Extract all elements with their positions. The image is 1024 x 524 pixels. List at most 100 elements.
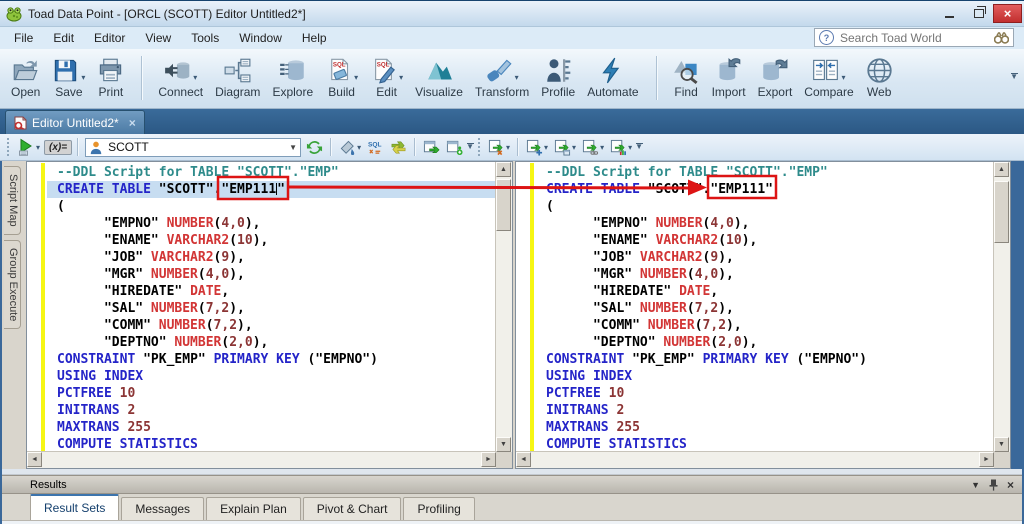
toolbar-button-connect[interactable]: ▾Connect: [153, 52, 208, 101]
tab-close-icon[interactable]: ×: [129, 116, 136, 130]
tab-editor-untitled2[interactable]: Editor Untitled2* ×: [5, 110, 145, 134]
menu-item-edit[interactable]: Edit: [43, 29, 84, 47]
menu-item-editor[interactable]: Editor: [84, 29, 135, 47]
code-token: ": [277, 182, 285, 197]
toolbar-button-compare[interactable]: ▾Compare: [799, 52, 858, 101]
results-dropdown-icon[interactable]: ▼: [971, 480, 980, 490]
window-title: Toad Data Point - [ORCL (SCOTT) Editor U…: [28, 7, 306, 21]
dropdown-caret-icon[interactable]: ▾: [354, 73, 358, 82]
code-token: 2,0: [229, 335, 252, 350]
code-token: NUMBER: [174, 335, 221, 350]
menu-item-file[interactable]: File: [4, 29, 43, 47]
toolbar-button-export[interactable]: Export: [753, 52, 798, 101]
toolbar-overflow-button[interactable]: ▼: [635, 143, 643, 151]
scroll-right-icon[interactable]: ►: [481, 452, 496, 467]
dropdown-caret-icon[interactable]: ▾: [572, 143, 576, 152]
dropdown-caret-icon[interactable]: ▾: [544, 143, 548, 152]
vertical-scrollbar[interactable]: ▲ ▼: [993, 162, 1010, 452]
menu-item-help[interactable]: Help: [292, 29, 337, 47]
title-bar[interactable]: Toad Data Point - [ORCL (SCOTT) Editor U…: [0, 1, 1024, 27]
sql-recall-button[interactable]: SQL: [365, 138, 386, 157]
toolbar-button-web[interactable]: Web: [861, 52, 898, 101]
results-title: Results: [30, 479, 67, 491]
code-area[interactable]: --DDL Script for TABLE "SCOTT"."EMP"CREA…: [516, 162, 994, 452]
pin-icon[interactable]: [989, 479, 998, 491]
results-tab-pivot-chart[interactable]: Pivot & Chart: [303, 497, 402, 520]
minimize-button[interactable]: [935, 4, 964, 23]
menu-item-view[interactable]: View: [135, 29, 181, 47]
dropdown-caret-icon[interactable]: ▼: [289, 143, 297, 152]
toolbar-button-transform[interactable]: ▾Transform: [470, 52, 534, 101]
results-tab-profiling[interactable]: Profiling: [403, 497, 474, 520]
connection-combo[interactable]: SCOTT▼: [85, 138, 301, 157]
results-close-icon[interactable]: ×: [1007, 478, 1014, 492]
execute-to-editor-button[interactable]: ▾: [552, 138, 578, 157]
results-tab-explain-plan[interactable]: Explain Plan: [206, 497, 301, 520]
refresh-connection-button[interactable]: [304, 138, 325, 157]
execute-to-window-button[interactable]: [421, 138, 442, 157]
toolbar-button-visualize[interactable]: Visualize: [410, 52, 468, 101]
execute-script-button[interactable]: ▾: [15, 137, 42, 157]
execute-to-file-button[interactable]: ▾: [524, 138, 550, 157]
dropdown-caret-icon[interactable]: ▾: [841, 73, 845, 82]
toolbar-grip[interactable]: [6, 138, 11, 156]
side-tab-script-map[interactable]: Script Map: [4, 166, 21, 235]
horizontal-scrollbar[interactable]: ◄ ►: [516, 451, 994, 468]
dropdown-caret-icon[interactable]: ▾: [506, 143, 510, 152]
toolbar-button-profile[interactable]: Profile: [536, 52, 580, 101]
scrollbar-thumb[interactable]: [994, 181, 1009, 243]
code-area[interactable]: --DDL Script for TABLE "SCOTT"."EMP"CREA…: [27, 162, 496, 452]
toolbar-button-find[interactable]: Find: [668, 52, 705, 101]
toad-world-searchbox[interactable]: ?: [814, 28, 1014, 47]
toolbar-button-print[interactable]: Print: [92, 52, 129, 101]
results-tab-result-sets[interactable]: Result Sets: [30, 494, 119, 520]
toolbar-button-automate[interactable]: Automate: [582, 52, 643, 101]
binoculars-icon[interactable]: [994, 32, 1009, 44]
dropdown-caret-icon[interactable]: ▾: [193, 73, 197, 82]
dropdown-caret-icon[interactable]: ▾: [600, 143, 604, 152]
execute-to-link-button[interactable]: ▾: [580, 138, 606, 157]
scroll-up-icon[interactable]: ▲: [496, 162, 511, 177]
toolbar-button-import[interactable]: Import: [707, 52, 751, 101]
toolbar-button-open[interactable]: Open: [6, 52, 45, 101]
scroll-down-icon[interactable]: ▼: [994, 437, 1009, 452]
toolbar-grip[interactable]: [477, 138, 482, 156]
close-button[interactable]: ×: [993, 4, 1022, 23]
bind-variables-button[interactable]: (x)=: [44, 140, 72, 155]
side-tab-group-execute[interactable]: Group Execute: [4, 240, 21, 329]
restore-button[interactable]: [964, 4, 993, 23]
dropdown-caret-icon[interactable]: ▾: [399, 73, 403, 82]
horizontal-scrollbar[interactable]: ◄ ►: [27, 451, 496, 468]
scroll-up-icon[interactable]: ▲: [994, 162, 1009, 177]
toolbar-overflow-button[interactable]: ▼: [466, 143, 474, 151]
dropdown-caret-icon[interactable]: ▾: [628, 143, 632, 152]
vertical-scrollbar[interactable]: ▲ ▼: [495, 162, 512, 452]
scroll-right-icon[interactable]: ►: [979, 452, 994, 467]
toolbar-button-explore[interactable]: Explore: [267, 52, 318, 101]
toolbar-button-build[interactable]: SQL▾Build: [320, 52, 363, 101]
execute-add-result-button[interactable]: [444, 138, 465, 157]
editor-pane-right[interactable]: --DDL Script for TABLE "SCOTT"."EMP"CREA…: [515, 161, 1011, 469]
toolbar-button-edit[interactable]: SQL▾Edit: [365, 52, 408, 101]
editor-pane-left[interactable]: --DDL Script for TABLE "SCOTT"."EMP"CREA…: [26, 161, 513, 469]
format-code-button[interactable]: ▾: [337, 138, 363, 157]
search-input[interactable]: [838, 30, 991, 46]
toolbar-overflow-button[interactable]: ▼: [1010, 73, 1018, 81]
dropdown-caret-icon[interactable]: ▾: [515, 73, 519, 82]
scrollbar-thumb[interactable]: [496, 179, 511, 231]
toolbar-button-save[interactable]: ▾Save: [47, 52, 90, 101]
code-line: "SAL" NUMBER(7,2),: [536, 300, 994, 317]
results-tab-messages[interactable]: Messages: [121, 497, 204, 520]
scroll-down-icon[interactable]: ▼: [496, 437, 511, 452]
dropdown-caret-icon[interactable]: ▾: [357, 143, 361, 152]
dropdown-caret-icon[interactable]: ▾: [81, 73, 85, 82]
execute-to-chart-button[interactable]: ▾: [608, 138, 634, 157]
scroll-left-icon[interactable]: ◄: [516, 452, 531, 467]
dropdown-caret-icon[interactable]: ▾: [36, 143, 40, 152]
toolbar-button-diagram[interactable]: Diagram: [210, 52, 265, 101]
menu-item-tools[interactable]: Tools: [181, 29, 229, 47]
menu-item-window[interactable]: Window: [229, 29, 292, 47]
code-expansion-button[interactable]: [388, 138, 409, 157]
execute-to-excel-button[interactable]: ▾: [486, 138, 512, 157]
scroll-left-icon[interactable]: ◄: [27, 452, 42, 467]
